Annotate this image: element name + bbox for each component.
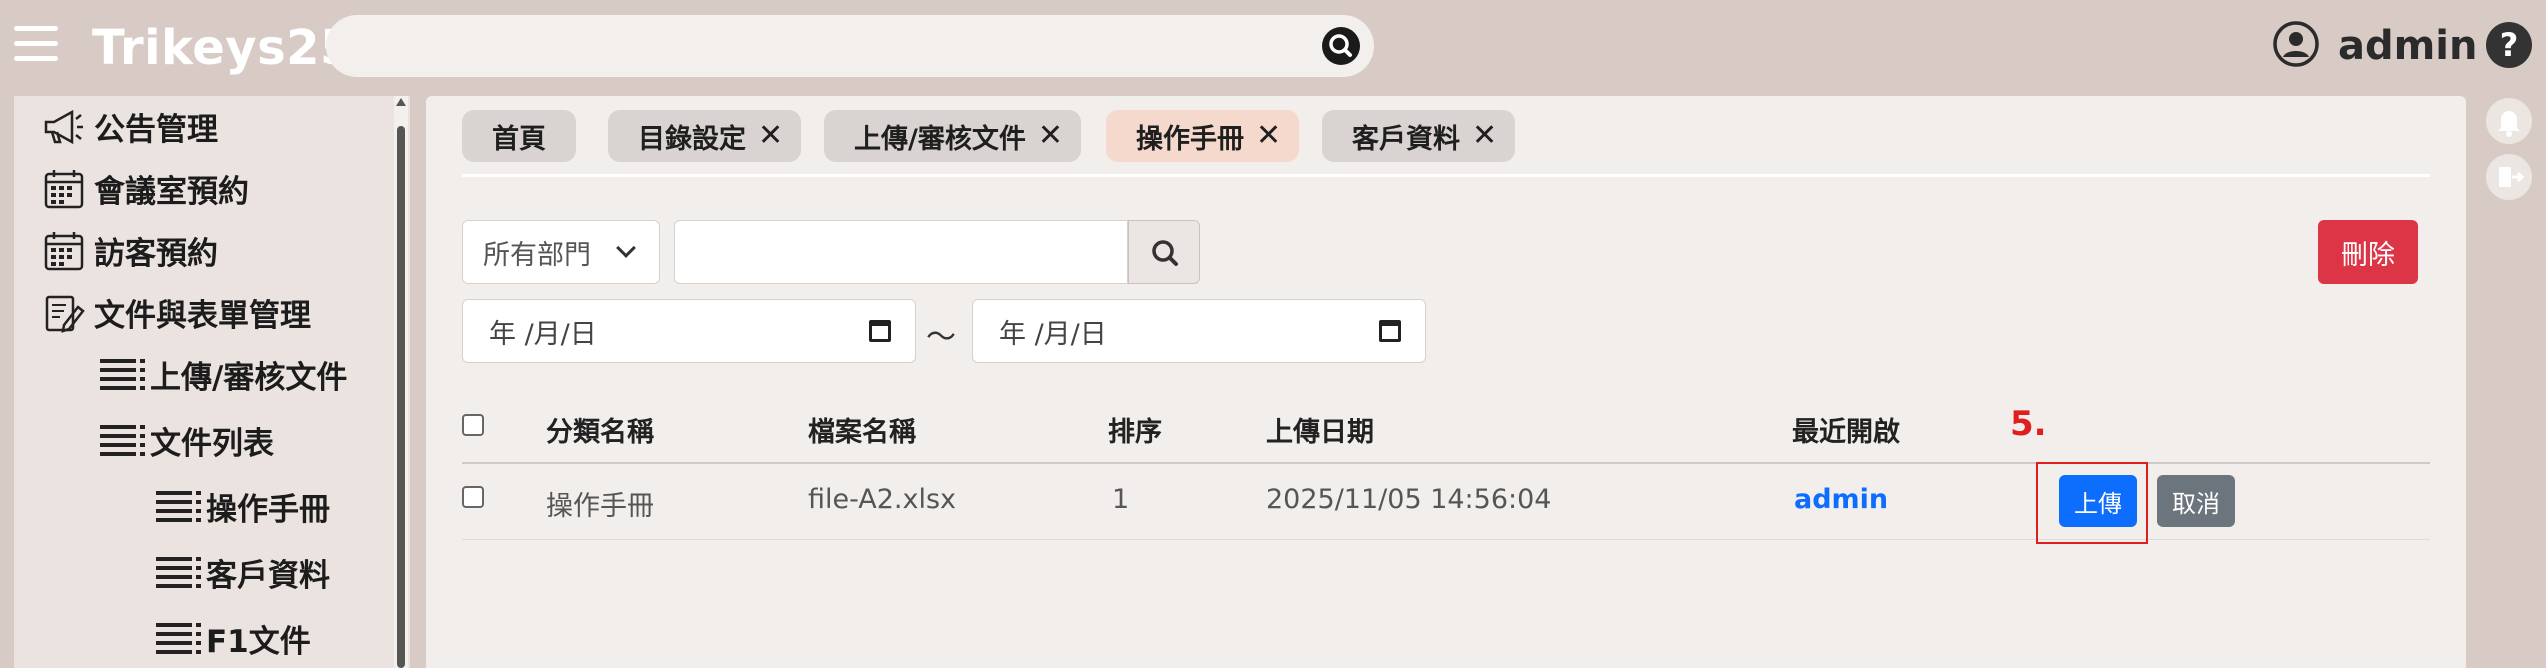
department-select[interactable]: 所有部門 <box>462 220 660 284</box>
table-header: 分類名稱 檔案名稱 排序 上傳日期 最近開啟 <box>462 394 2430 464</box>
sidebar-item-label: 文件與表單管理 <box>94 298 311 334</box>
sidebar-item-announcements[interactable]: 公告管理 <box>42 104 218 149</box>
sidebar-item-manual[interactable]: 操作手冊 <box>154 484 330 529</box>
hamburger-menu-icon[interactable] <box>14 26 58 62</box>
main-panel: 首頁 目錄設定 ✕ 上傳/審核文件 ✕ 操作手冊 ✕ 客戶資料 ✕ 所有部門 刪… <box>426 96 2466 668</box>
calendar-icon <box>42 229 86 273</box>
brand-title: Trikeys25 <box>92 20 354 76</box>
date-to-input[interactable]: 年 /月/日 <box>972 299 1426 363</box>
tab-upload-review[interactable]: 上傳/審核文件 ✕ <box>824 110 1082 162</box>
help-icon[interactable]: ? <box>2486 22 2532 68</box>
annotation-step-label: 5. <box>2010 404 2047 444</box>
tab-label: 操作手冊 <box>1136 123 1244 155</box>
sidebar-item-label: 公告管理 <box>94 112 218 148</box>
close-icon[interactable]: ✕ <box>1472 121 1497 151</box>
close-icon[interactable]: ✕ <box>758 121 783 151</box>
column-header[interactable]: 檔案名稱 <box>808 410 916 449</box>
date-from-value: 年 /月/日 <box>489 318 597 350</box>
user-menu[interactable]: admin <box>2272 18 2478 74</box>
megaphone-icon <box>42 105 86 149</box>
chevron-down-icon <box>616 238 636 258</box>
bell-icon[interactable] <box>2486 98 2532 144</box>
sidebar-item-documents-forms[interactable]: 文件與表單管理 <box>42 290 311 335</box>
scrollbar-thumb[interactable] <box>397 126 405 668</box>
upload-button[interactable]: 上傳 <box>2059 475 2137 527</box>
sidebar-item-meeting-room[interactable]: 會議室預約 <box>42 166 249 211</box>
keyword-search-button[interactable] <box>1128 220 1200 284</box>
tab-manual[interactable]: 操作手冊 ✕ <box>1106 110 1300 162</box>
list-icon <box>154 485 201 529</box>
cell-filename[interactable]: file-A2.xlsx <box>808 484 956 515</box>
keyword-search-input[interactable] <box>674 220 1128 284</box>
delete-button[interactable]: 刪除 <box>2318 220 2418 284</box>
calendar-icon[interactable] <box>1379 320 1401 342</box>
sidebar-item-visitor[interactable]: 訪客預約 <box>42 228 218 273</box>
department-select-value: 所有部門 <box>483 239 591 271</box>
sidebar-item-label: F1文件 <box>206 624 311 660</box>
row-checkbox[interactable] <box>462 486 484 508</box>
user-avatar-icon <box>2272 20 2320 72</box>
tab-label: 上傳/審核文件 <box>854 123 1026 155</box>
sidebar-item-label: 上傳/審核文件 <box>150 360 348 396</box>
global-search <box>326 15 1374 77</box>
column-header[interactable]: 上傳日期 <box>1266 410 1374 449</box>
close-icon[interactable]: ✕ <box>1038 121 1063 151</box>
tabs-divider <box>462 174 2430 177</box>
top-bar: Trikeys25 admin ? <box>0 0 2546 92</box>
column-header[interactable]: 排序 <box>1108 410 1162 449</box>
tab-label: 目錄設定 <box>638 123 746 155</box>
tab-directory-settings[interactable]: 目錄設定 ✕ <box>608 110 802 162</box>
document-edit-icon <box>42 291 86 335</box>
select-all-checkbox[interactable] <box>462 414 484 436</box>
cell-order: 1 <box>1112 484 1130 515</box>
scroll-up-arrow-icon[interactable] <box>396 98 406 106</box>
date-to-value: 年 /月/日 <box>999 318 1107 350</box>
tab-label: 客戶資料 <box>1352 123 1460 155</box>
list-icon <box>98 419 145 463</box>
list-icon <box>154 551 201 595</box>
sidebar-item-label: 操作手冊 <box>206 492 330 528</box>
cell-upload-date: 2025/11/05 14:56:04 <box>1266 484 1552 515</box>
user-name: admin <box>2338 23 2478 69</box>
sidebar-item-document-list[interactable]: 文件列表 <box>98 418 274 463</box>
cell-last-opened[interactable]: admin <box>1794 484 1888 515</box>
sidebar: 公告管理 會議室預約 訪客預約 文件與表單管理 上傳/審核文件 文件列表 操作手… <box>14 96 410 668</box>
calendar-icon <box>42 167 86 211</box>
search-icon <box>1129 240 1201 289</box>
sidebar-item-label: 會議室預約 <box>94 174 249 210</box>
sidebar-item-customer-data[interactable]: 客戶資料 <box>154 550 330 595</box>
date-range-separator: ～ <box>926 320 956 355</box>
logout-icon[interactable] <box>2486 154 2532 200</box>
close-icon[interactable]: ✕ <box>1256 121 1281 151</box>
tab-home[interactable]: 首頁 <box>462 110 576 162</box>
search-icon[interactable] <box>1322 27 1360 65</box>
cell-category: 操作手冊 <box>546 491 654 522</box>
column-header[interactable]: 最近開啟 <box>1792 410 1900 449</box>
list-icon <box>98 353 145 397</box>
sidebar-item-label: 客戶資料 <box>206 558 330 594</box>
list-icon <box>154 617 201 661</box>
tab-label: 首頁 <box>492 123 546 155</box>
calendar-icon[interactable] <box>869 320 891 342</box>
sidebar-item-f1-docs[interactable]: F1文件 <box>154 616 311 661</box>
sidebar-scrollbar[interactable] <box>394 96 408 668</box>
global-search-input[interactable] <box>352 23 1312 69</box>
sidebar-item-label: 文件列表 <box>150 426 274 462</box>
sidebar-item-label: 訪客預約 <box>94 236 218 272</box>
date-from-input[interactable]: 年 /月/日 <box>462 299 916 363</box>
cancel-button[interactable]: 取消 <box>2157 475 2235 527</box>
tab-customer-data[interactable]: 客戶資料 ✕ <box>1322 110 1516 162</box>
column-header[interactable]: 分類名稱 <box>546 410 654 449</box>
sidebar-item-upload-review[interactable]: 上傳/審核文件 <box>98 352 347 397</box>
